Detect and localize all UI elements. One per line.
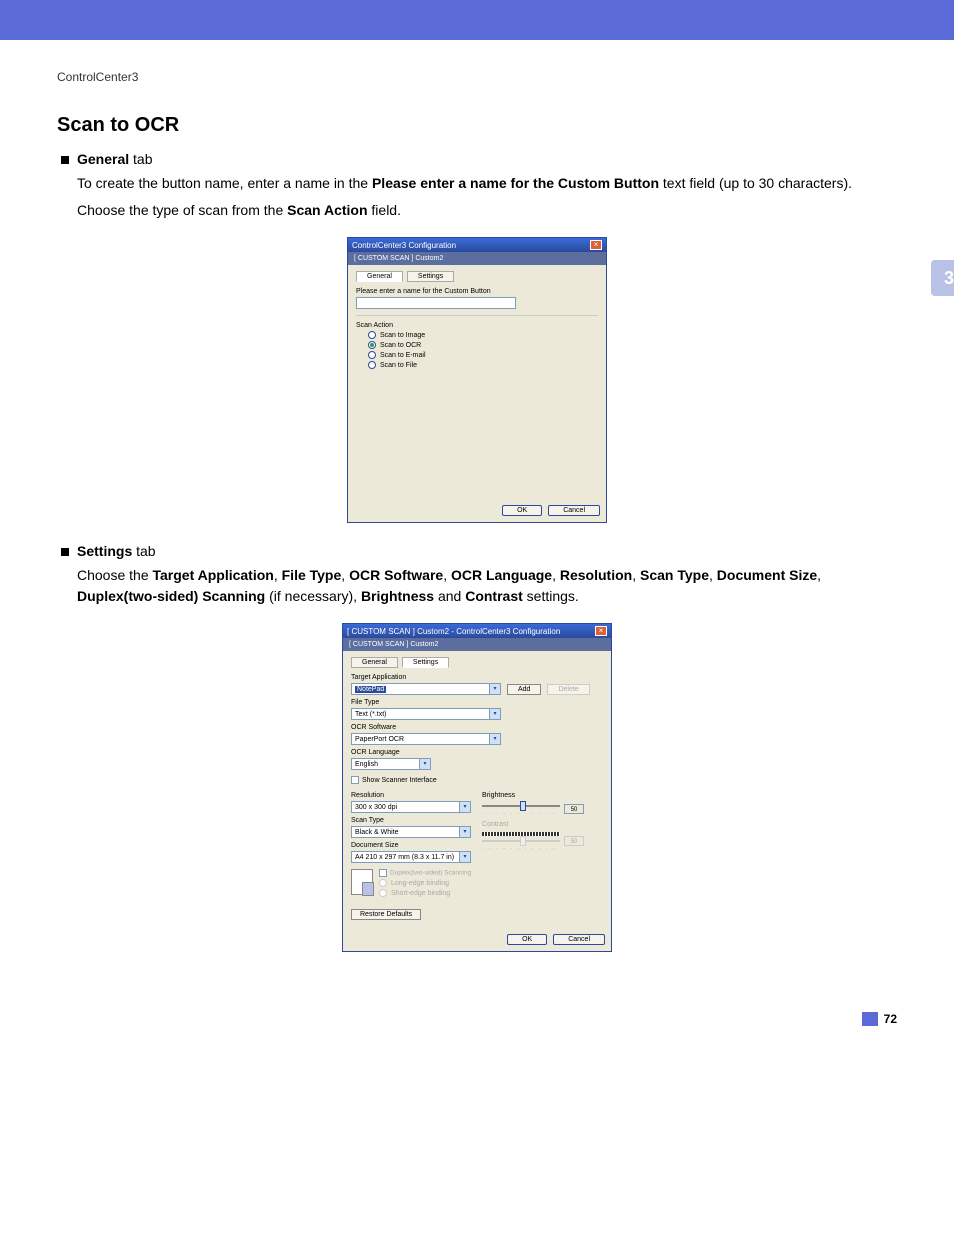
ok-button[interactable]: OK <box>502 505 542 516</box>
cancel-button[interactable]: Cancel <box>553 934 605 945</box>
close-icon[interactable]: × <box>595 626 607 636</box>
running-head: ControlCenter3 <box>57 70 897 84</box>
dialog-general: ControlCenter3 Configuration × [ CUSTOM … <box>347 237 607 523</box>
close-icon[interactable]: × <box>590 240 602 250</box>
bullet-general-tab: General tab <box>61 151 897 167</box>
slider-ticks: · · · · · · · · · · · <box>482 811 560 817</box>
scan-type-select[interactable]: Black & White▾ <box>351 826 471 838</box>
show-scanner-checkbox[interactable] <box>351 776 359 784</box>
radio-scan-to-ocr[interactable]: Scan to OCR <box>368 341 598 349</box>
duplex-icon <box>351 869 373 895</box>
document-size-select[interactable]: A4 210 x 297 mm (8.3 x 11.7 in)▾ <box>351 851 471 863</box>
radio-scan-to-file[interactable]: Scan to File <box>368 361 598 369</box>
chevron-down-icon: ▾ <box>459 852 470 862</box>
restore-defaults-button[interactable]: Restore Defaults <box>351 909 421 920</box>
label-ocr-language: OCR Language <box>351 749 603 756</box>
bullet-bold: Settings <box>77 543 132 559</box>
ocr-software-select[interactable]: PaperPort OCR▾ <box>351 733 501 745</box>
slider-ticks: · · · · · · · · · · · <box>482 846 560 852</box>
tab-general[interactable]: General <box>351 657 398 668</box>
label-ocr-software: OCR Software <box>351 724 603 731</box>
dialog1-subtitle: [ CUSTOM SCAN ] Custom2 <box>348 252 606 265</box>
delete-button: Delete <box>547 684 589 695</box>
bullet-settings-tab: Settings tab <box>61 543 897 559</box>
file-type-select[interactable]: Text (*.txt)▾ <box>351 708 501 720</box>
chevron-down-icon: ▾ <box>459 827 470 837</box>
section-title: Scan to OCR <box>57 114 897 137</box>
paragraph-1: To create the button name, enter a name … <box>77 173 897 194</box>
tab-general[interactable]: General <box>356 271 403 282</box>
paragraph-2: Choose the type of scan from the Scan Ac… <box>77 200 897 221</box>
chevron-down-icon: ▾ <box>419 759 430 769</box>
chevron-down-icon: ▾ <box>489 684 500 694</box>
target-application-select[interactable]: NotePad▾ <box>351 683 501 695</box>
contrast-value: 50 <box>564 836 584 846</box>
label-custom-name: Please enter a name for the Custom Butto… <box>356 288 598 295</box>
brightness-value: 50 <box>564 804 584 814</box>
resolution-select[interactable]: 300 x 300 dpi▾ <box>351 801 471 813</box>
add-button[interactable]: Add <box>507 684 541 695</box>
chevron-down-icon: ▾ <box>489 709 500 719</box>
label-scan-type: Scan Type <box>351 817 472 824</box>
dialog2-subtitle: [ CUSTOM SCAN ] Custom2 <box>343 638 611 651</box>
radio-scan-to-image[interactable]: Scan to Image <box>368 331 598 339</box>
brightness-slider[interactable] <box>482 805 560 807</box>
duplex-checkbox[interactable] <box>379 869 387 877</box>
radio-scan-to-email[interactable]: Scan to E-mail <box>368 351 598 359</box>
tab-settings[interactable]: Settings <box>407 271 454 282</box>
square-bullet-icon <box>61 156 69 164</box>
chapter-tab: 3 <box>931 260 954 296</box>
label-document-size: Document Size <box>351 842 472 849</box>
label-show-scanner: Show Scanner Interface <box>362 777 437 784</box>
dialog2-title: [ CUSTOM SCAN ] Custom2 - ControlCenter3… <box>347 627 560 636</box>
bullet-rest: tab <box>129 151 152 167</box>
label-file-type: File Type <box>351 699 603 706</box>
label-target-application: Target Application <box>351 674 603 681</box>
top-banner <box>0 0 954 40</box>
label-brightness: Brightness <box>482 792 603 799</box>
bullet-rest: tab <box>132 543 155 559</box>
label-contrast: Contrast <box>482 821 603 828</box>
tab-settings[interactable]: Settings <box>402 657 449 668</box>
label-resolution: Resolution <box>351 792 472 799</box>
dialog1-title: ControlCenter3 Configuration <box>352 241 456 250</box>
page-number: 72 <box>862 1012 897 1026</box>
bullet-bold: General <box>77 151 129 167</box>
square-bullet-icon <box>61 548 69 556</box>
group-scan-action: Scan Action <box>356 322 598 329</box>
ok-button[interactable]: OK <box>507 934 547 945</box>
chevron-down-icon: ▾ <box>489 734 500 744</box>
ocr-language-select[interactable]: English▾ <box>351 758 431 770</box>
label-duplex: Duplex(two-sided) Scanning <box>390 870 471 877</box>
custom-name-input[interactable] <box>356 297 516 309</box>
paragraph-3: Choose the Target Application, File Type… <box>77 565 897 607</box>
chevron-down-icon: ▾ <box>459 802 470 812</box>
radio-long-edge: Long-edge binding <box>379 879 471 887</box>
dialog-settings: [ CUSTOM SCAN ] Custom2 - ControlCenter3… <box>342 623 612 952</box>
cancel-button[interactable]: Cancel <box>548 505 600 516</box>
radio-short-edge: Short-edge binding <box>379 889 471 897</box>
